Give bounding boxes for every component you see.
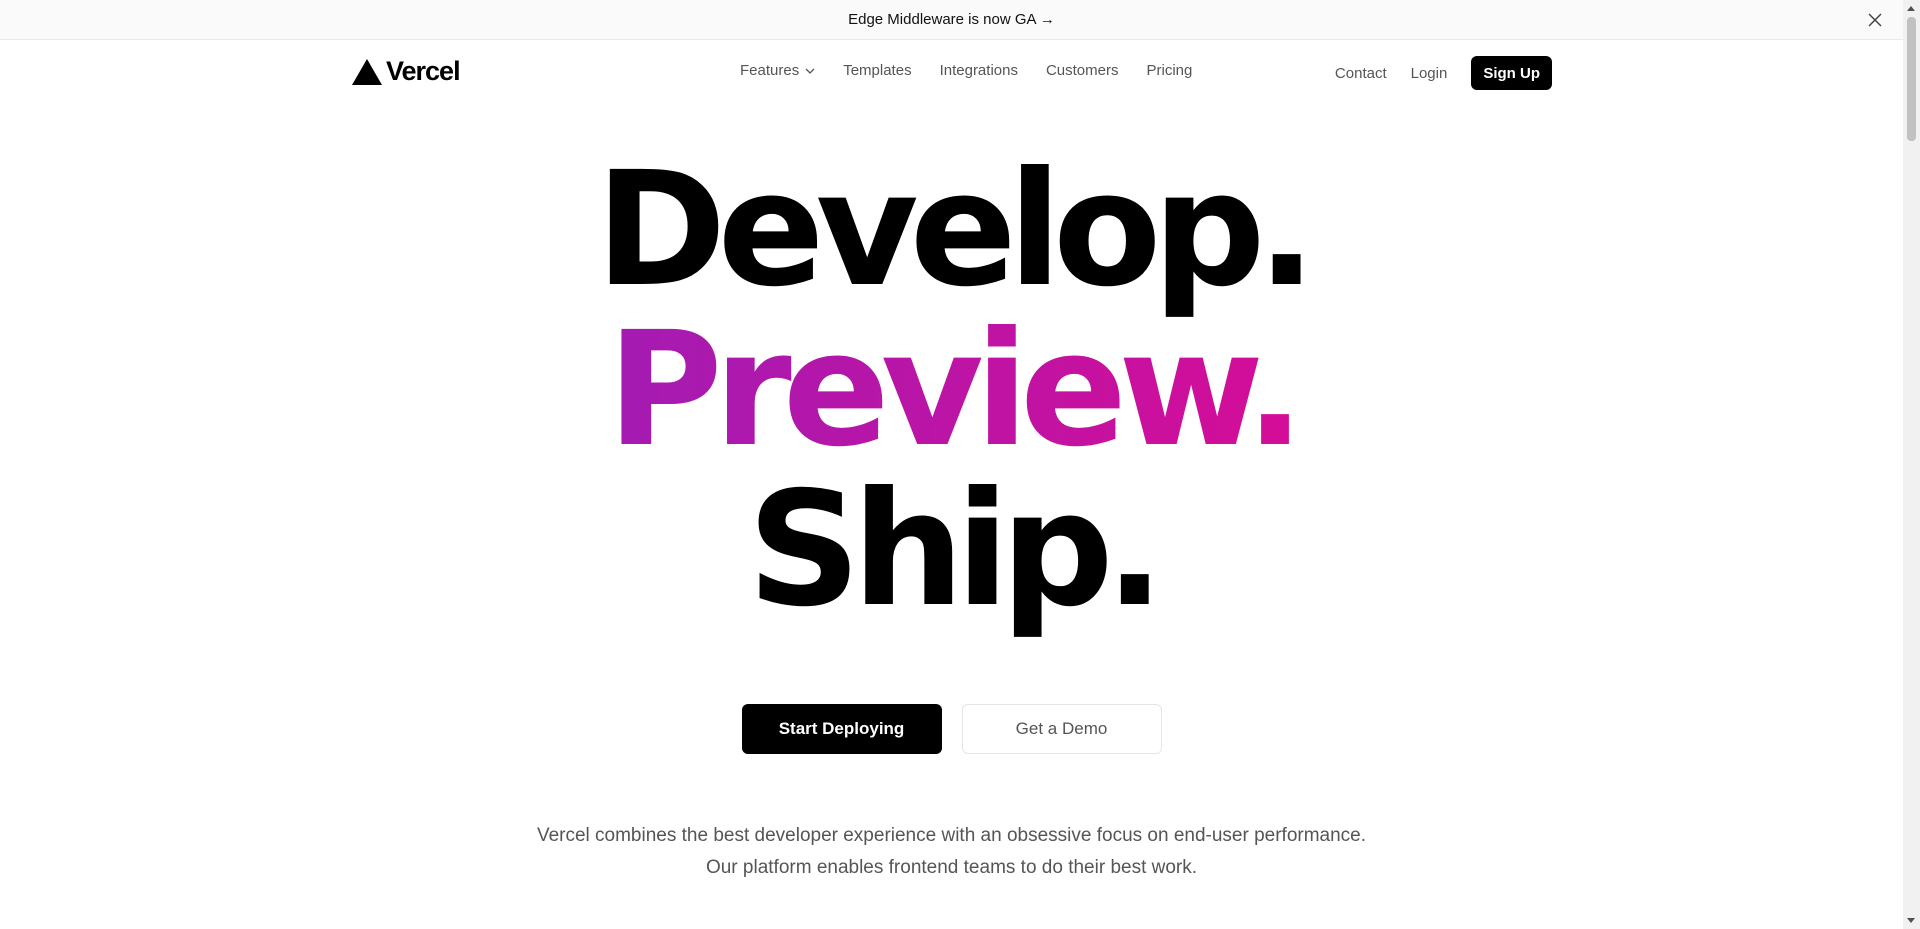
scroll-up-arrow-icon[interactable] bbox=[1907, 6, 1915, 11]
hero-description: Vercel combines the best developer exper… bbox=[0, 820, 1903, 884]
nav-item-pricing[interactable]: Pricing bbox=[1147, 62, 1193, 79]
nav-item-label: Features bbox=[740, 62, 800, 79]
nav-item-label: Integrations bbox=[939, 62, 1018, 79]
banner-text[interactable]: Edge Middleware is now GA → bbox=[848, 11, 1055, 28]
chevron-down-icon bbox=[805, 68, 815, 74]
nav-item-templates[interactable]: Templates bbox=[843, 62, 911, 79]
hero-line-ship: Ship. bbox=[747, 458, 1165, 642]
logo-text: Vercel bbox=[386, 56, 461, 86]
description-line-1: Vercel combines the best developer exper… bbox=[536, 825, 1367, 846]
close-icon bbox=[1868, 13, 1882, 27]
nav-links: Features Templates Integrations Customer… bbox=[740, 62, 1192, 79]
nav-actions: Contact Login Sign Up bbox=[1335, 56, 1552, 90]
get-demo-button[interactable]: Get a Demo bbox=[961, 704, 1162, 754]
nav-item-integrations[interactable]: Integrations bbox=[940, 62, 1018, 79]
scroll-down-arrow-icon[interactable] bbox=[1907, 918, 1915, 923]
nav-item-label: Templates bbox=[843, 62, 912, 79]
vertical-scrollbar[interactable] bbox=[1903, 0, 1920, 929]
nav-item-label: Customers bbox=[1045, 62, 1119, 79]
description-line-2: Our platform enables frontend teams to d… bbox=[705, 857, 1198, 878]
page: Edge Middleware is now GA → Vercel Featu… bbox=[0, 0, 1903, 929]
login-link[interactable]: Login bbox=[1411, 65, 1448, 82]
hero-heading: Develop. Preview. Ship. bbox=[0, 150, 1903, 630]
nav-item-label: Pricing bbox=[1146, 62, 1193, 79]
main-nav: Vercel Features Templates Integrations C… bbox=[352, 40, 1552, 104]
announcement-banner[interactable]: Edge Middleware is now GA → bbox=[0, 0, 1903, 40]
contact-link[interactable]: Contact bbox=[1335, 65, 1387, 82]
close-banner-button[interactable] bbox=[1863, 8, 1887, 32]
hero-line-preview: Preview. bbox=[0, 310, 1903, 470]
cta-group: Start Deploying Get a Demo bbox=[0, 704, 1903, 754]
hero-line-develop: Develop. bbox=[595, 138, 1316, 322]
vercel-triangle-icon bbox=[352, 58, 382, 85]
scroll-thumb[interactable] bbox=[1907, 17, 1916, 141]
start-deploying-button[interactable]: Start Deploying bbox=[741, 704, 942, 754]
signup-button[interactable]: Sign Up bbox=[1471, 56, 1552, 90]
nav-item-customers[interactable]: Customers bbox=[1046, 62, 1119, 79]
nav-item-features[interactable]: Features bbox=[740, 62, 815, 79]
vercel-logo[interactable]: Vercel bbox=[352, 56, 461, 87]
